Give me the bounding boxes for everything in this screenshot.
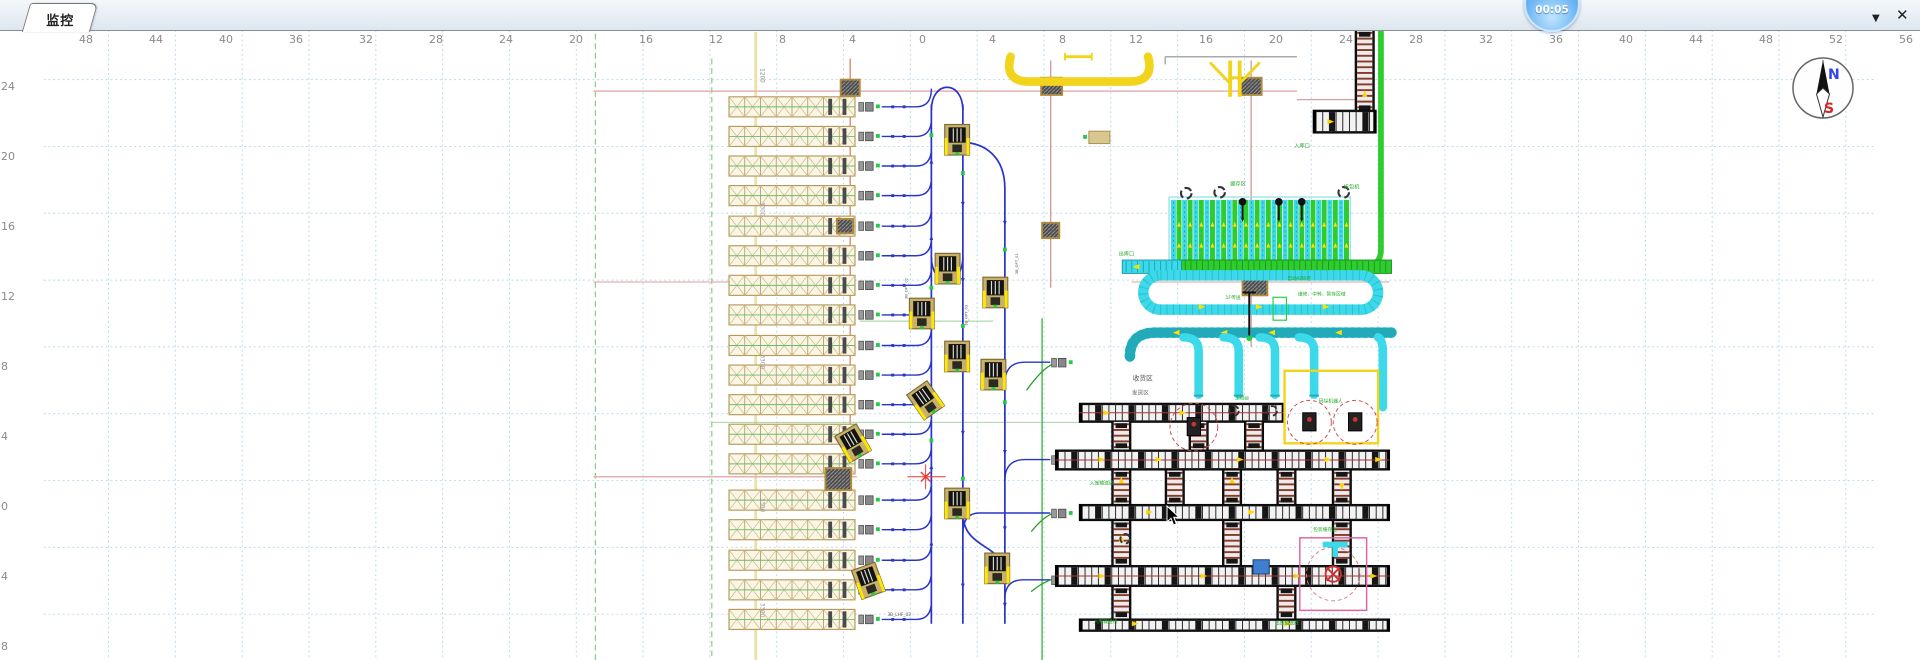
agv[interactable]: [851, 562, 885, 599]
compass-north-label: N: [1828, 67, 1840, 83]
facility-map: 120033003300330033003B_OPT_023B_OPT_033B…: [0, 30, 1920, 660]
svg-text:收货区: 收货区: [1133, 373, 1153, 382]
ruler-tick: 12: [1, 290, 15, 303]
rack-row: [729, 148, 931, 176]
title-bar: 监控 00:05 ▼ ✕: [0, 0, 1920, 31]
svg-text:入库输送线: 入库输送线: [1090, 479, 1114, 486]
ruler-tick: 20: [1, 150, 15, 163]
rack-row: [729, 238, 931, 266]
ruler-tick: 4: [989, 33, 996, 46]
ruler-tick: 24: [499, 33, 513, 46]
svg-text:3300: 3300: [759, 355, 765, 370]
ruler-tick: 32: [1479, 33, 1493, 46]
ruler-tick: 0: [1, 500, 8, 513]
ruler-tick: 16: [639, 33, 653, 46]
agv[interactable]: [945, 488, 970, 519]
ruler-tick: 12: [709, 33, 723, 46]
ruler-tick: 40: [219, 33, 233, 46]
agv[interactable]: [983, 277, 1008, 308]
ruler-tick: 20: [569, 33, 583, 46]
svg-text:包装缓存区: 包装缓存区: [1313, 526, 1337, 533]
ruler-tick: 44: [149, 33, 163, 46]
rack-row: [729, 328, 931, 356]
svg-text:拆包机: 拆包机: [1344, 182, 1361, 190]
agv[interactable]: [935, 253, 960, 284]
svg-text:自动扫码区: 自动扫码区: [1287, 275, 1311, 282]
svg-text:3300: 3300: [759, 498, 765, 513]
rack-row: [729, 387, 931, 415]
tab-monitor-label: 监控: [27, 4, 93, 29]
svg-text:上包台: 上包台: [1235, 394, 1250, 401]
rack-row: [729, 543, 931, 571]
sorter-lanes: [1169, 187, 1350, 266]
timer-badge[interactable]: 00:05: [1524, 0, 1580, 32]
svg-text:3300: 3300: [758, 202, 764, 217]
compass-south-label: S: [1824, 101, 1834, 117]
svg-text:1F传送: 1F传送: [1225, 294, 1241, 301]
ruler-tick: 40: [1619, 33, 1633, 46]
timer-badge-text: 00:05: [1526, 4, 1578, 16]
ruler-tick: 4: [1, 430, 8, 443]
svg-text:缓存区: 缓存区: [1230, 180, 1246, 188]
rack-row: [729, 572, 931, 600]
svg-text:入库口: 入库口: [1294, 141, 1310, 149]
origin-marker: [908, 464, 946, 489]
dropdown-button[interactable]: ▼: [1872, 9, 1880, 29]
svg-text:3B_LHF_03: 3B_LHF_03: [887, 612, 911, 618]
rack-row: [729, 268, 931, 296]
rack-row: [729, 119, 931, 147]
ruler-tick: 8: [1059, 33, 1066, 46]
svg-text:3300: 3300: [758, 603, 764, 618]
tab-monitor[interactable]: 监控: [22, 3, 98, 32]
close-button[interactable]: ✕: [1896, 5, 1909, 25]
ruler-tick: 16: [1, 220, 15, 233]
svg-text:发货区: 发货区: [1132, 389, 1149, 397]
ruler-tick: 36: [289, 33, 303, 46]
rack-row: [729, 417, 931, 445]
ruler-tick: 24: [1, 80, 15, 93]
ruler-tick: 8: [1, 360, 8, 373]
ruler-tick: 32: [359, 33, 373, 46]
ruler-tick: 0: [919, 33, 926, 46]
ruler-tick: 56: [1899, 33, 1913, 46]
svg-text:出库口: 出库口: [1118, 249, 1134, 257]
svg-text:维修、中转、暂存区域: 维修、中转、暂存区域: [1298, 290, 1346, 297]
agv[interactable]: [981, 359, 1006, 390]
ruler-tick: 8: [1, 640, 8, 653]
compass: N S: [1790, 55, 1856, 121]
ruler-tick: 44: [1689, 33, 1703, 46]
svg-text:1200: 1200: [759, 68, 765, 83]
rack-row: [729, 512, 931, 540]
ruler-tick: 52: [1829, 33, 1843, 46]
ruler-tick: 20: [1269, 33, 1283, 46]
svg-text:3B_OPT_03: 3B_OPT_03: [964, 304, 969, 326]
ruler-tick: 24: [1339, 33, 1353, 46]
ruler-tick: 28: [1409, 33, 1423, 46]
rack-row: [729, 89, 931, 117]
ruler-tick: 12: [1129, 33, 1143, 46]
ruler-tick: 28: [429, 33, 443, 46]
ruler-tick: 4: [849, 33, 856, 46]
ruler-tick: 48: [79, 33, 93, 46]
svg-text:3B_OPT_02: 3B_OPT_02: [904, 277, 909, 299]
agv[interactable]: [985, 553, 1010, 584]
ruler-tick: 36: [1549, 33, 1563, 46]
mouse-cursor: [1166, 505, 1182, 531]
svg-text:入库输送线: 入库输送线: [1094, 618, 1118, 625]
agv[interactable]: [945, 125, 970, 156]
svg-text:出库输送线: 出库输送线: [1275, 620, 1299, 627]
ruler-tick: 8: [779, 33, 786, 46]
agv[interactable]: [945, 341, 970, 372]
facility-map-canvas[interactable]: 120033003300330033003B_OPT_023B_OPT_033B…: [0, 30, 1920, 660]
svg-text:码垛机器人: 码垛机器人: [1319, 397, 1343, 404]
agv[interactable]: [909, 298, 934, 329]
ruler-tick: 16: [1199, 33, 1213, 46]
ruler-tick: 4: [1, 570, 8, 583]
ruler-tick: 48: [1759, 33, 1773, 46]
svg-text:3B_OPT_01: 3B_OPT_01: [1014, 253, 1019, 275]
